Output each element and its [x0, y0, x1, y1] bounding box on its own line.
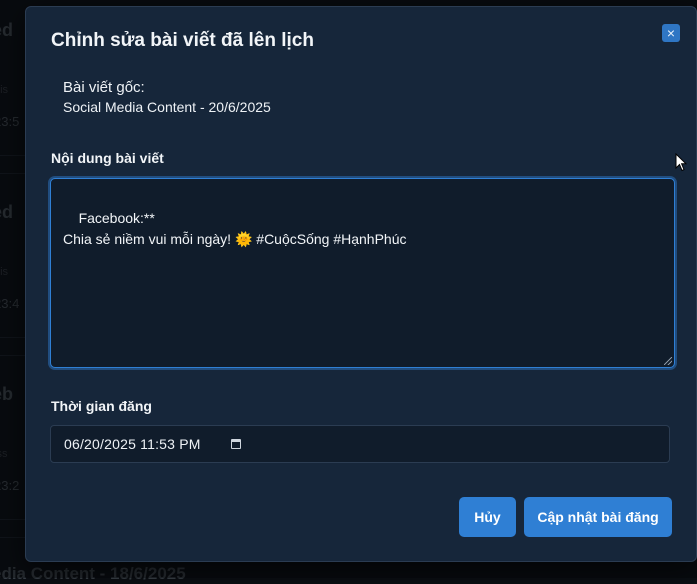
- modal-title: Chỉnh sửa bài viết đã lên lịch: [51, 30, 314, 51]
- content-textarea[interactable]: Facebook:** Chia sẻ niềm vui mỗi ngày! 🌞…: [50, 178, 675, 368]
- update-post-button[interactable]: Cập nhật bài đăng: [524, 497, 672, 537]
- original-post-label: Bài viết gốc:: [63, 79, 145, 96]
- cancel-button[interactable]: Hủy: [459, 497, 516, 537]
- content-text: Facebook:** Chia sẻ niềm vui mỗi ngày! 🌞…: [63, 210, 407, 247]
- post-time-label: Thời gian đăng: [51, 398, 152, 414]
- resize-handle[interactable]: [664, 357, 672, 365]
- edit-scheduled-post-modal: Chỉnh sửa bài viết đã lên lịch × Bài viế…: [25, 6, 697, 562]
- mouse-cursor-icon: [675, 153, 687, 172]
- content-label: Nội dung bài viết: [51, 150, 164, 166]
- calendar-icon[interactable]: [230, 439, 241, 449]
- original-post-value: Social Media Content - 20/6/2025: [63, 99, 271, 115]
- post-time-value: 06/20/2025 11:53 PM: [64, 436, 201, 452]
- close-icon: ×: [666, 25, 676, 41]
- post-time-input[interactable]: 06/20/2025 11:53 PM: [50, 425, 670, 463]
- close-button[interactable]: ×: [662, 24, 680, 42]
